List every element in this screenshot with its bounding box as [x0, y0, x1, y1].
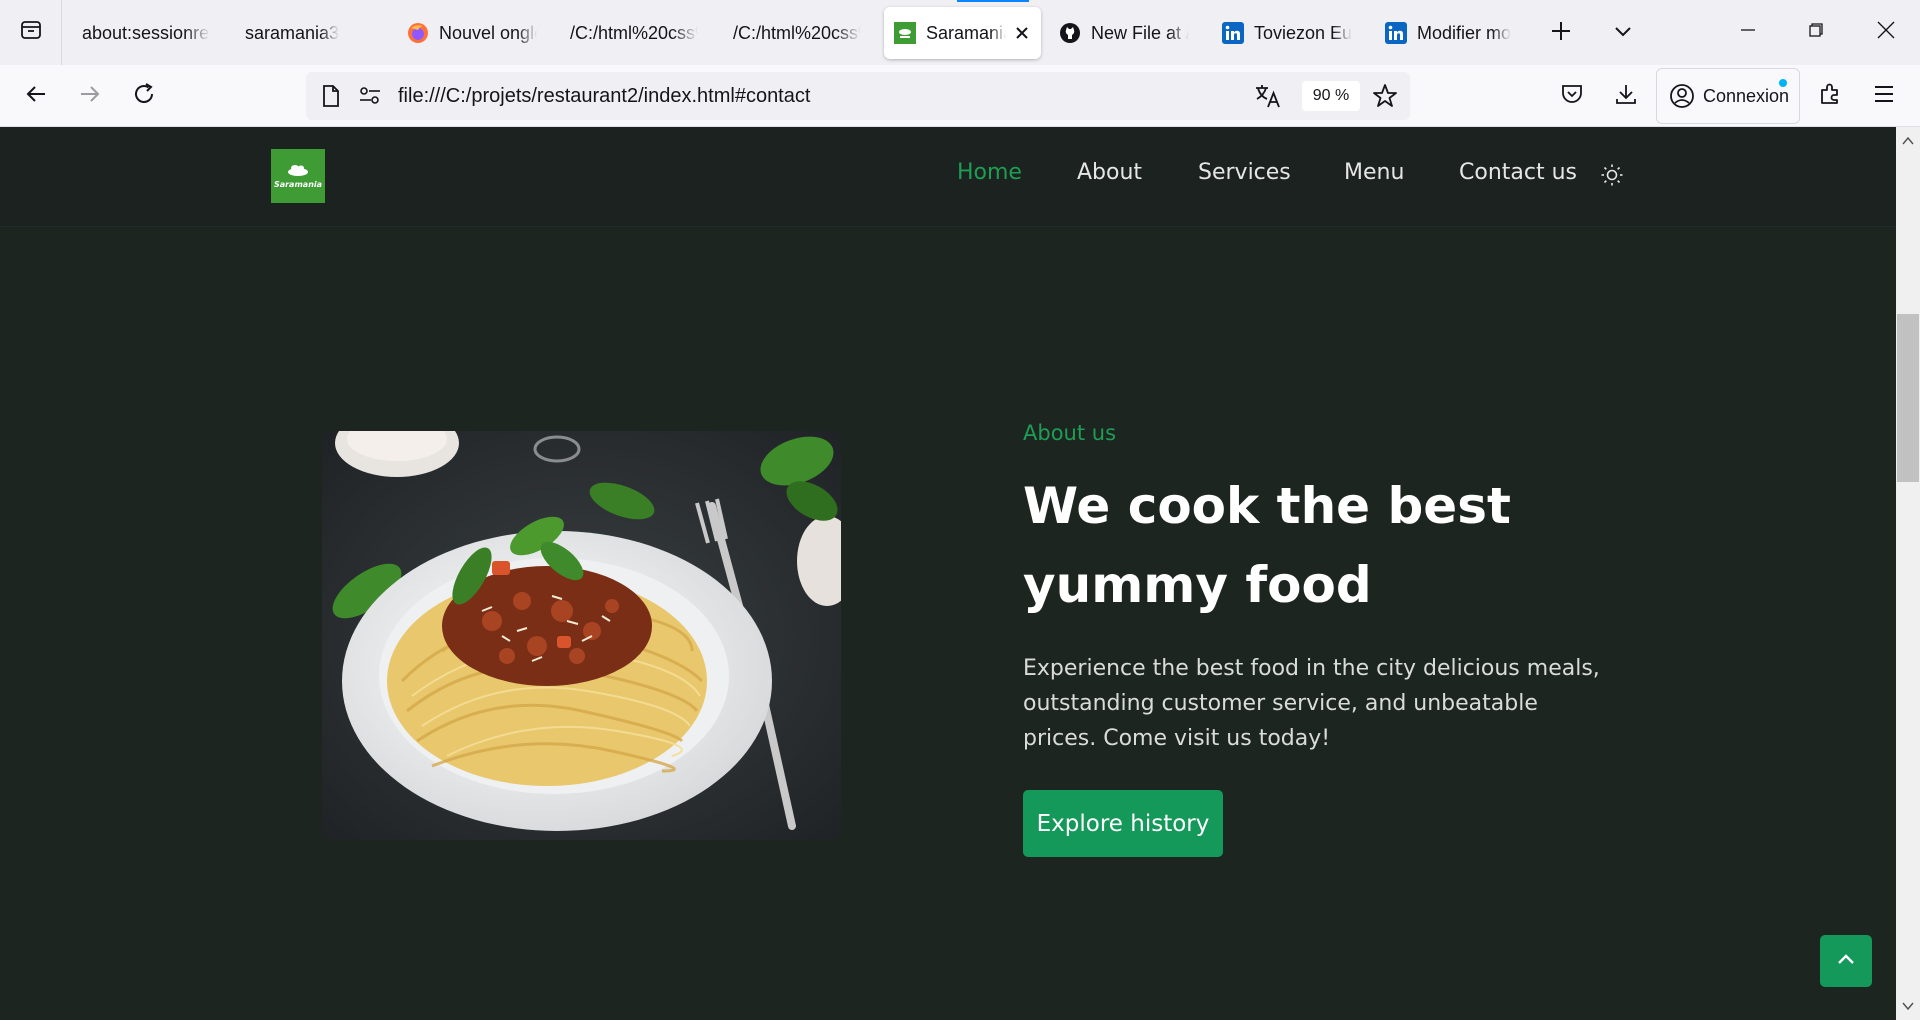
tab-new-tab[interactable]: Nouvel onglet [397, 7, 547, 59]
back-to-top-button[interactable] [1820, 935, 1872, 987]
app-menu-button[interactable] [1862, 74, 1906, 118]
new-tab-button[interactable] [1541, 13, 1581, 53]
tab-title: about:sessionres [82, 22, 210, 43]
web-page-content: Saramania Home About Services Menu Conta… [0, 127, 1896, 1020]
page-icon [320, 84, 342, 113]
tab-title: Toviezon Eur [1254, 22, 1352, 43]
tab-title: Nouvel onglet [439, 22, 537, 43]
linkedin-icon [1222, 22, 1244, 44]
list-tabs-button[interactable] [1603, 13, 1643, 53]
download-icon [1614, 82, 1638, 111]
arrow-left-icon [24, 82, 48, 111]
tab-github[interactable]: New File at / [1049, 7, 1199, 59]
chevron-up-icon [1835, 948, 1857, 974]
tab-local-file-2[interactable]: /C:/html%20css% [723, 7, 871, 59]
nav-link-about[interactable]: About [1077, 160, 1142, 185]
minimize-window-button[interactable] [1714, 0, 1782, 65]
nav-link-contact[interactable]: Contact us [1459, 160, 1577, 185]
list-all-tabs-button[interactable] [0, 0, 62, 65]
tab-title: Saramania [926, 22, 1007, 43]
url-text: file:///C:/projets/restaurant2/index.htm… [398, 85, 811, 107]
account-signin-button[interactable]: Connexion [1656, 68, 1800, 124]
tab-title: saramania3 [245, 22, 340, 43]
vertical-scrollbar[interactable] [1896, 127, 1920, 1020]
restore-icon [1808, 22, 1824, 43]
hero-title: We cook the best yummy food [1023, 467, 1583, 625]
zoom-level-badge[interactable]: 90 % [1302, 81, 1360, 111]
close-icon [1877, 21, 1895, 44]
scrollbar-thumb[interactable] [1897, 314, 1919, 482]
forward-button[interactable] [68, 74, 112, 118]
tab-title: /C:/html%20css% [733, 22, 861, 43]
tab-sessionrestore[interactable]: about:sessionres [72, 7, 220, 59]
pocket-icon [1560, 82, 1584, 111]
tab-saramania-active[interactable]: Saramania [884, 7, 1041, 59]
firefox-icon [407, 22, 429, 44]
arrow-right-icon [78, 82, 102, 111]
reload-icon [132, 82, 156, 111]
notification-dot [1779, 79, 1787, 87]
scroll-down-arrow-icon[interactable] [1896, 994, 1920, 1018]
logo-text: Saramania [273, 180, 323, 189]
minimize-icon [1740, 22, 1756, 43]
downloads-button[interactable] [1604, 74, 1648, 118]
tab-title: /C:/html%20css% [570, 22, 698, 43]
github-icon [1059, 22, 1081, 44]
tab-title: Modifier mo [1417, 22, 1512, 43]
hero-title-line-2: yummy food [1023, 556, 1372, 614]
tab-saramania3[interactable]: saramania3 [235, 7, 385, 59]
nav-link-home[interactable]: Home [957, 160, 1022, 185]
tab-local-file-1[interactable]: /C:/html%20css% [560, 7, 708, 59]
tab-strip: about:sessionres saramania3 Nouvel ongle… [0, 0, 1920, 65]
linkedin-icon [1385, 22, 1407, 44]
bookmark-star-icon[interactable] [1372, 83, 1398, 114]
nav-link-menu[interactable]: Menu [1344, 160, 1404, 185]
site-logo[interactable]: Saramania [271, 149, 325, 203]
close-tab-icon[interactable] [1012, 23, 1031, 43]
hero-title-line-1: We cook the best [1023, 477, 1511, 535]
translate-icon[interactable] [1254, 83, 1282, 114]
tab-title: New File at / [1091, 22, 1189, 43]
active-tab-indicator [957, 0, 1029, 2]
hero-description: Experience the best food in the city del… [1023, 656, 1600, 751]
section-eyebrow-label: About us [1023, 421, 1117, 445]
extensions-button[interactable] [1808, 74, 1852, 118]
spaghetti-dish-image [322, 431, 841, 840]
signin-label: Connexion [1703, 85, 1790, 106]
saramania-favicon-icon [894, 22, 916, 44]
explore-history-button[interactable]: Explore history [1023, 790, 1223, 857]
sun-icon[interactable] [1600, 163, 1624, 187]
permissions-icon[interactable] [358, 85, 382, 112]
tab-tray-icon [19, 18, 43, 47]
pocket-button[interactable] [1550, 74, 1594, 118]
tab-linkedin-1[interactable]: Toviezon Eur [1212, 7, 1362, 59]
reload-button[interactable] [122, 74, 166, 118]
scroll-up-arrow-icon[interactable] [1896, 129, 1920, 153]
logo-dish-icon [288, 165, 308, 176]
navigation-toolbar: file:///C:/projets/restaurant2/index.htm… [0, 65, 1920, 127]
site-header: Saramania Home About Services Menu Conta… [0, 127, 1896, 227]
nav-link-services[interactable]: Services [1198, 160, 1291, 185]
tab-linkedin-2[interactable]: Modifier mo [1375, 7, 1525, 59]
close-window-button[interactable] [1852, 0, 1920, 65]
hamburger-menu-icon [1873, 84, 1895, 109]
plus-icon [1550, 20, 1572, 47]
back-button[interactable] [14, 74, 58, 118]
restore-window-button[interactable] [1782, 0, 1850, 65]
puzzle-piece-icon [1818, 82, 1842, 111]
url-bar[interactable]: file:///C:/projets/restaurant2/index.htm… [306, 72, 1410, 120]
account-icon [1669, 83, 1695, 109]
chevron-down-icon [1613, 21, 1633, 46]
